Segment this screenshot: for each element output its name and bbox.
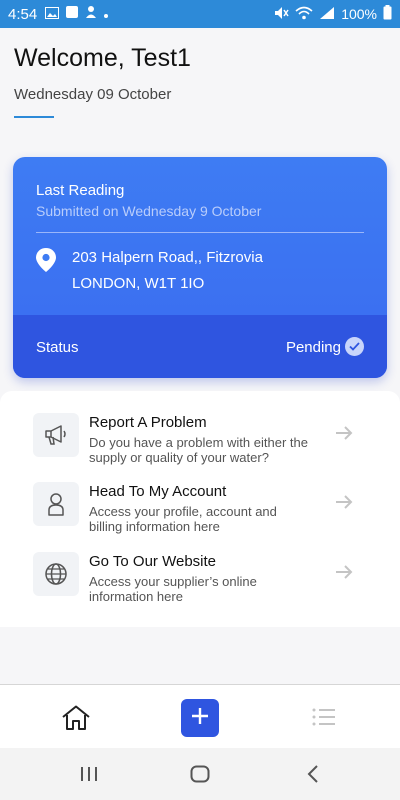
status-band: Status Pending bbox=[13, 315, 387, 378]
wifi-icon bbox=[295, 6, 313, 23]
last-reading-card[interactable]: Last Reading Submitted on Wednesday 9 Oc… bbox=[13, 157, 387, 378]
home-circle-icon[interactable] bbox=[190, 765, 210, 788]
address-line-1: 203 Halpern Road,, Fitzrovia bbox=[72, 249, 263, 266]
globe-icon bbox=[33, 552, 79, 596]
add-icon bbox=[191, 707, 209, 730]
signal-icon bbox=[319, 6, 335, 23]
back-icon[interactable] bbox=[306, 764, 320, 789]
battery-text: 100% bbox=[341, 6, 377, 22]
date-text: Wednesday 09 October bbox=[14, 86, 172, 103]
accent-underline bbox=[14, 116, 54, 118]
action-report-problem[interactable]: Report A Problem Do you have a problem w… bbox=[0, 413, 400, 473]
image-icon bbox=[45, 6, 60, 23]
arrow-right-icon bbox=[334, 564, 354, 585]
mute-icon bbox=[273, 6, 289, 23]
arrow-right-icon bbox=[334, 494, 354, 515]
action-my-account[interactable]: Head To My Account Access your profile, … bbox=[0, 482, 400, 542]
card-submitted-text: Submitted on Wednesday 9 October bbox=[36, 203, 262, 219]
card-title: Last Reading bbox=[36, 182, 125, 199]
action-description: Access your supplier’s online informatio… bbox=[89, 574, 257, 604]
status-label: Status bbox=[36, 339, 79, 356]
check-icon bbox=[345, 337, 364, 356]
add-reading-button[interactable] bbox=[181, 699, 219, 737]
recent-apps-icon[interactable] bbox=[80, 766, 98, 787]
home-icon[interactable] bbox=[61, 705, 91, 736]
user-icon bbox=[33, 482, 79, 526]
address-line-2: LONDON, W1T 1IO bbox=[72, 275, 205, 292]
notification-icon bbox=[65, 5, 79, 23]
dot-icon bbox=[103, 6, 109, 23]
megaphone-icon bbox=[33, 413, 79, 457]
action-title: Go To Our Website bbox=[89, 553, 217, 570]
clock: 4:54 bbox=[8, 5, 38, 23]
user-status-icon bbox=[85, 5, 97, 23]
action-description: Do you have a problem with either the su… bbox=[89, 435, 308, 465]
status-bar: 4:54 100% bbox=[0, 0, 400, 28]
system-nav-bar bbox=[0, 748, 400, 800]
card-divider bbox=[36, 232, 364, 233]
status-value: Pending bbox=[285, 339, 341, 356]
bottom-nav bbox=[0, 684, 400, 748]
action-description: Access your profile, account and billing… bbox=[89, 504, 277, 534]
action-website[interactable]: Go To Our Website Access your supplier’s… bbox=[0, 552, 400, 612]
location-pin-icon bbox=[35, 247, 57, 278]
arrow-right-icon bbox=[334, 425, 354, 446]
welcome-heading: Welcome, Test1 bbox=[14, 44, 191, 72]
actions-panel: Report A Problem Do you have a problem w… bbox=[0, 391, 400, 627]
action-title: Report A Problem bbox=[89, 414, 207, 431]
list-icon[interactable] bbox=[312, 707, 336, 732]
battery-icon bbox=[383, 5, 392, 23]
action-title: Head To My Account bbox=[89, 483, 227, 500]
